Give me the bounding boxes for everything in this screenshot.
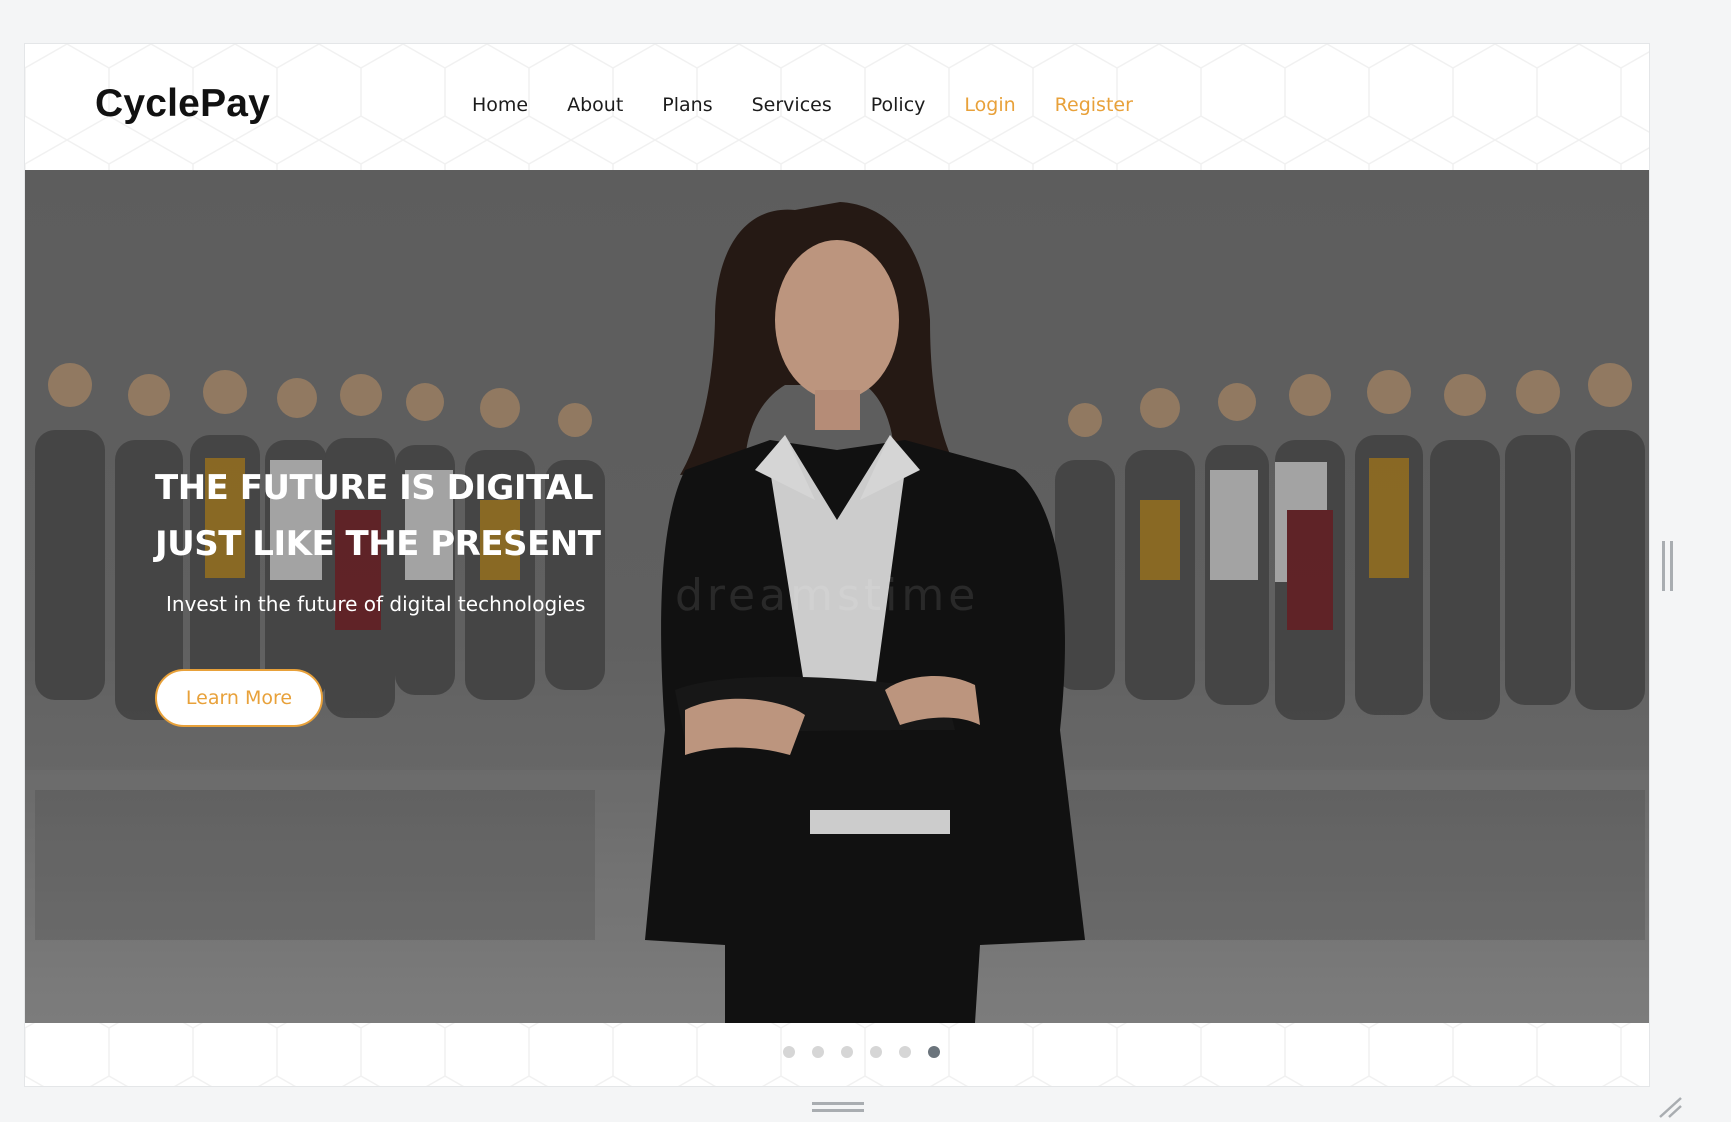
carousel-dot-4[interactable] — [870, 1046, 882, 1058]
nav-item-policy[interactable]: Policy — [871, 94, 926, 116]
hero-title-line-1: THE FUTURE IS DIGITAL — [155, 468, 594, 508]
nav-item-login[interactable]: Login — [964, 94, 1015, 116]
browser-viewport: CyclePay Home About Plans Services Polic… — [24, 43, 1650, 1087]
image-watermark: dreamstime — [675, 570, 980, 621]
nav-menu: Home About Plans Services Policy Login R… — [472, 94, 1172, 116]
nav-item-register[interactable]: Register — [1055, 94, 1133, 116]
nav-item-plans[interactable]: Plans — [662, 94, 712, 116]
carousel-dot-3[interactable] — [841, 1046, 853, 1058]
carousel-dot-5[interactable] — [899, 1046, 911, 1058]
horizontal-resize-handle[interactable] — [812, 1102, 864, 1112]
hero-title-line-2: JUST LIKE THE PRESENT — [155, 524, 601, 564]
resize-grip-icon[interactable] — [1656, 1096, 1682, 1118]
top-navbar: CyclePay Home About Plans Services Polic… — [25, 44, 1649, 169]
learn-more-button[interactable]: Learn More — [155, 669, 323, 727]
carousel-dot-2[interactable] — [812, 1046, 824, 1058]
nav-item-services[interactable]: Services — [752, 94, 832, 116]
nav-item-about[interactable]: About — [567, 94, 623, 116]
carousel-dot-6-active[interactable] — [928, 1046, 940, 1058]
hero-text-block: THE FUTURE IS DIGITAL JUST LIKE THE PRES… — [155, 460, 601, 616]
hero-slider: dreamstime THE FUTURE IS DIGITAL JUST LI… — [25, 170, 1649, 1023]
hero-subtitle: Invest in the future of digital technolo… — [166, 592, 586, 616]
brand-logo[interactable]: CyclePay — [95, 82, 270, 126]
carousel-indicators — [783, 1046, 940, 1058]
nav-item-home[interactable]: Home — [472, 94, 528, 116]
vertical-resize-handle[interactable] — [1662, 541, 1673, 591]
carousel-dot-1[interactable] — [783, 1046, 795, 1058]
